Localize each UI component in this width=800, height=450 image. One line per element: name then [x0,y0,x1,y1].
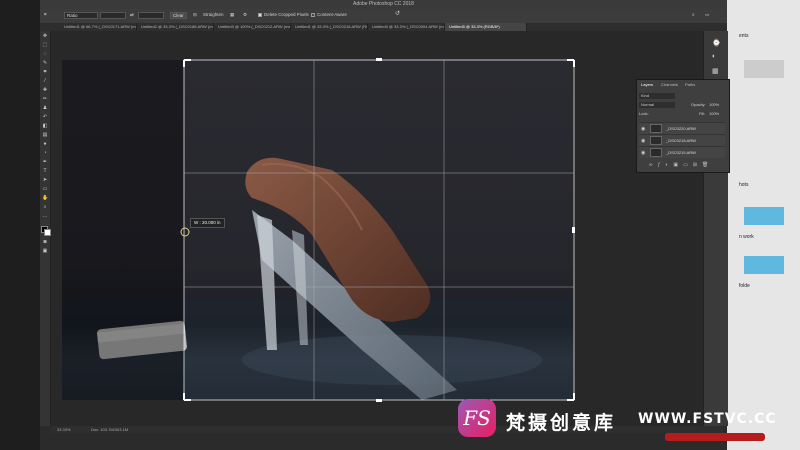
layer-name: _DSC0218.ARW [666,138,696,143]
layer-row[interactable]: ◉ _DSC0220.ARW [639,122,725,134]
fill-label: Fill: [699,111,706,116]
crop-size-readout: W : 20.000 in [190,218,225,228]
zoom-level[interactable]: 33.33% [57,426,71,433]
layer-filter-kind[interactable]: Kind [639,93,675,99]
layer-thumbnail [650,136,662,145]
swatches-panel-icon[interactable]: ▦ [712,67,719,75]
opacity-value[interactable]: 100% [709,102,719,107]
layer-name: _DSC0220.ARW [666,126,696,131]
layer-row[interactable]: ◉ _DSC0218.ARW [639,134,725,146]
layers-panel: Layers Channels Paths Kind Normal Opacit… [636,79,730,173]
watermark-underline [665,433,765,441]
watermark-overlay: FS 梵摄创意库 WWW.FSTVC.CC [450,395,776,445]
color-panel-icon[interactable]: ◐ [712,53,716,60]
tab-paths[interactable]: Paths [685,82,695,87]
layers-footer-icons[interactable]: ∞ƒ◐▣▭⊞🗑 [639,162,725,169]
layer-thumbnail [650,124,662,133]
watermark-chinese-text: 梵摄创意库 [506,412,617,434]
lock-label: Lock: [639,111,649,116]
eye-icon[interactable]: ◉ [641,150,645,156]
history-panel-icon[interactable]: ⌚ [712,39,721,47]
tab-channels[interactable]: Channels [661,82,678,87]
tab-layers[interactable]: Layers [641,82,653,87]
document-size: Doc: 103.7M/303.1M [91,427,129,432]
eye-icon[interactable]: ◉ [641,138,645,144]
crop-overlay[interactable] [0,0,800,450]
eye-icon[interactable]: ◉ [641,126,645,132]
opacity-label: Opacity: [691,102,706,107]
blend-mode-select[interactable]: Normal [639,102,675,108]
layer-row[interactable]: ◉ _DSC0215.ARW [639,146,725,158]
layer-thumbnail [650,148,662,157]
watermark-logo: FS [458,399,496,437]
watermark-url: WWW.FSTVC.CC [638,411,777,427]
layer-name: _DSC0215.ARW [666,150,696,155]
fill-value[interactable]: 100% [709,111,719,116]
